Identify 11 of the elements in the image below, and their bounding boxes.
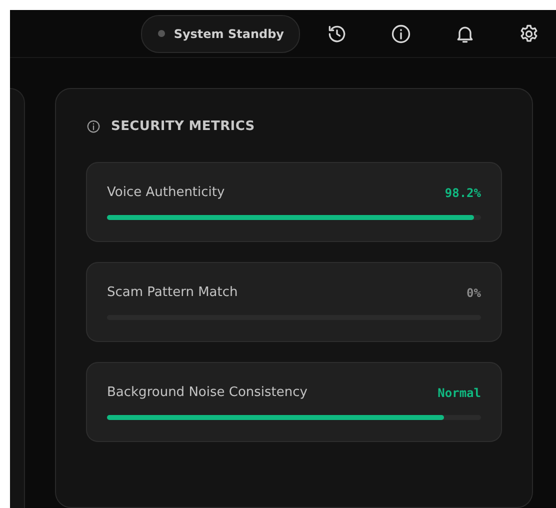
metric-value: 98.2%	[444, 186, 481, 200]
status-pill: System Standby	[140, 14, 300, 52]
settings-icon[interactable]	[518, 22, 540, 44]
metric-label: Scam Pattern Match	[107, 285, 238, 300]
info-icon	[86, 119, 101, 134]
metric-label: Voice Authenticity	[107, 185, 225, 200]
panel-title: SECURITY METRICS	[111, 119, 255, 134]
metric-value: 0%	[466, 286, 481, 300]
info-icon[interactable]	[390, 22, 412, 44]
metric-value: Normal	[438, 386, 481, 400]
metric-label: Background Noise Consistency	[107, 385, 308, 400]
